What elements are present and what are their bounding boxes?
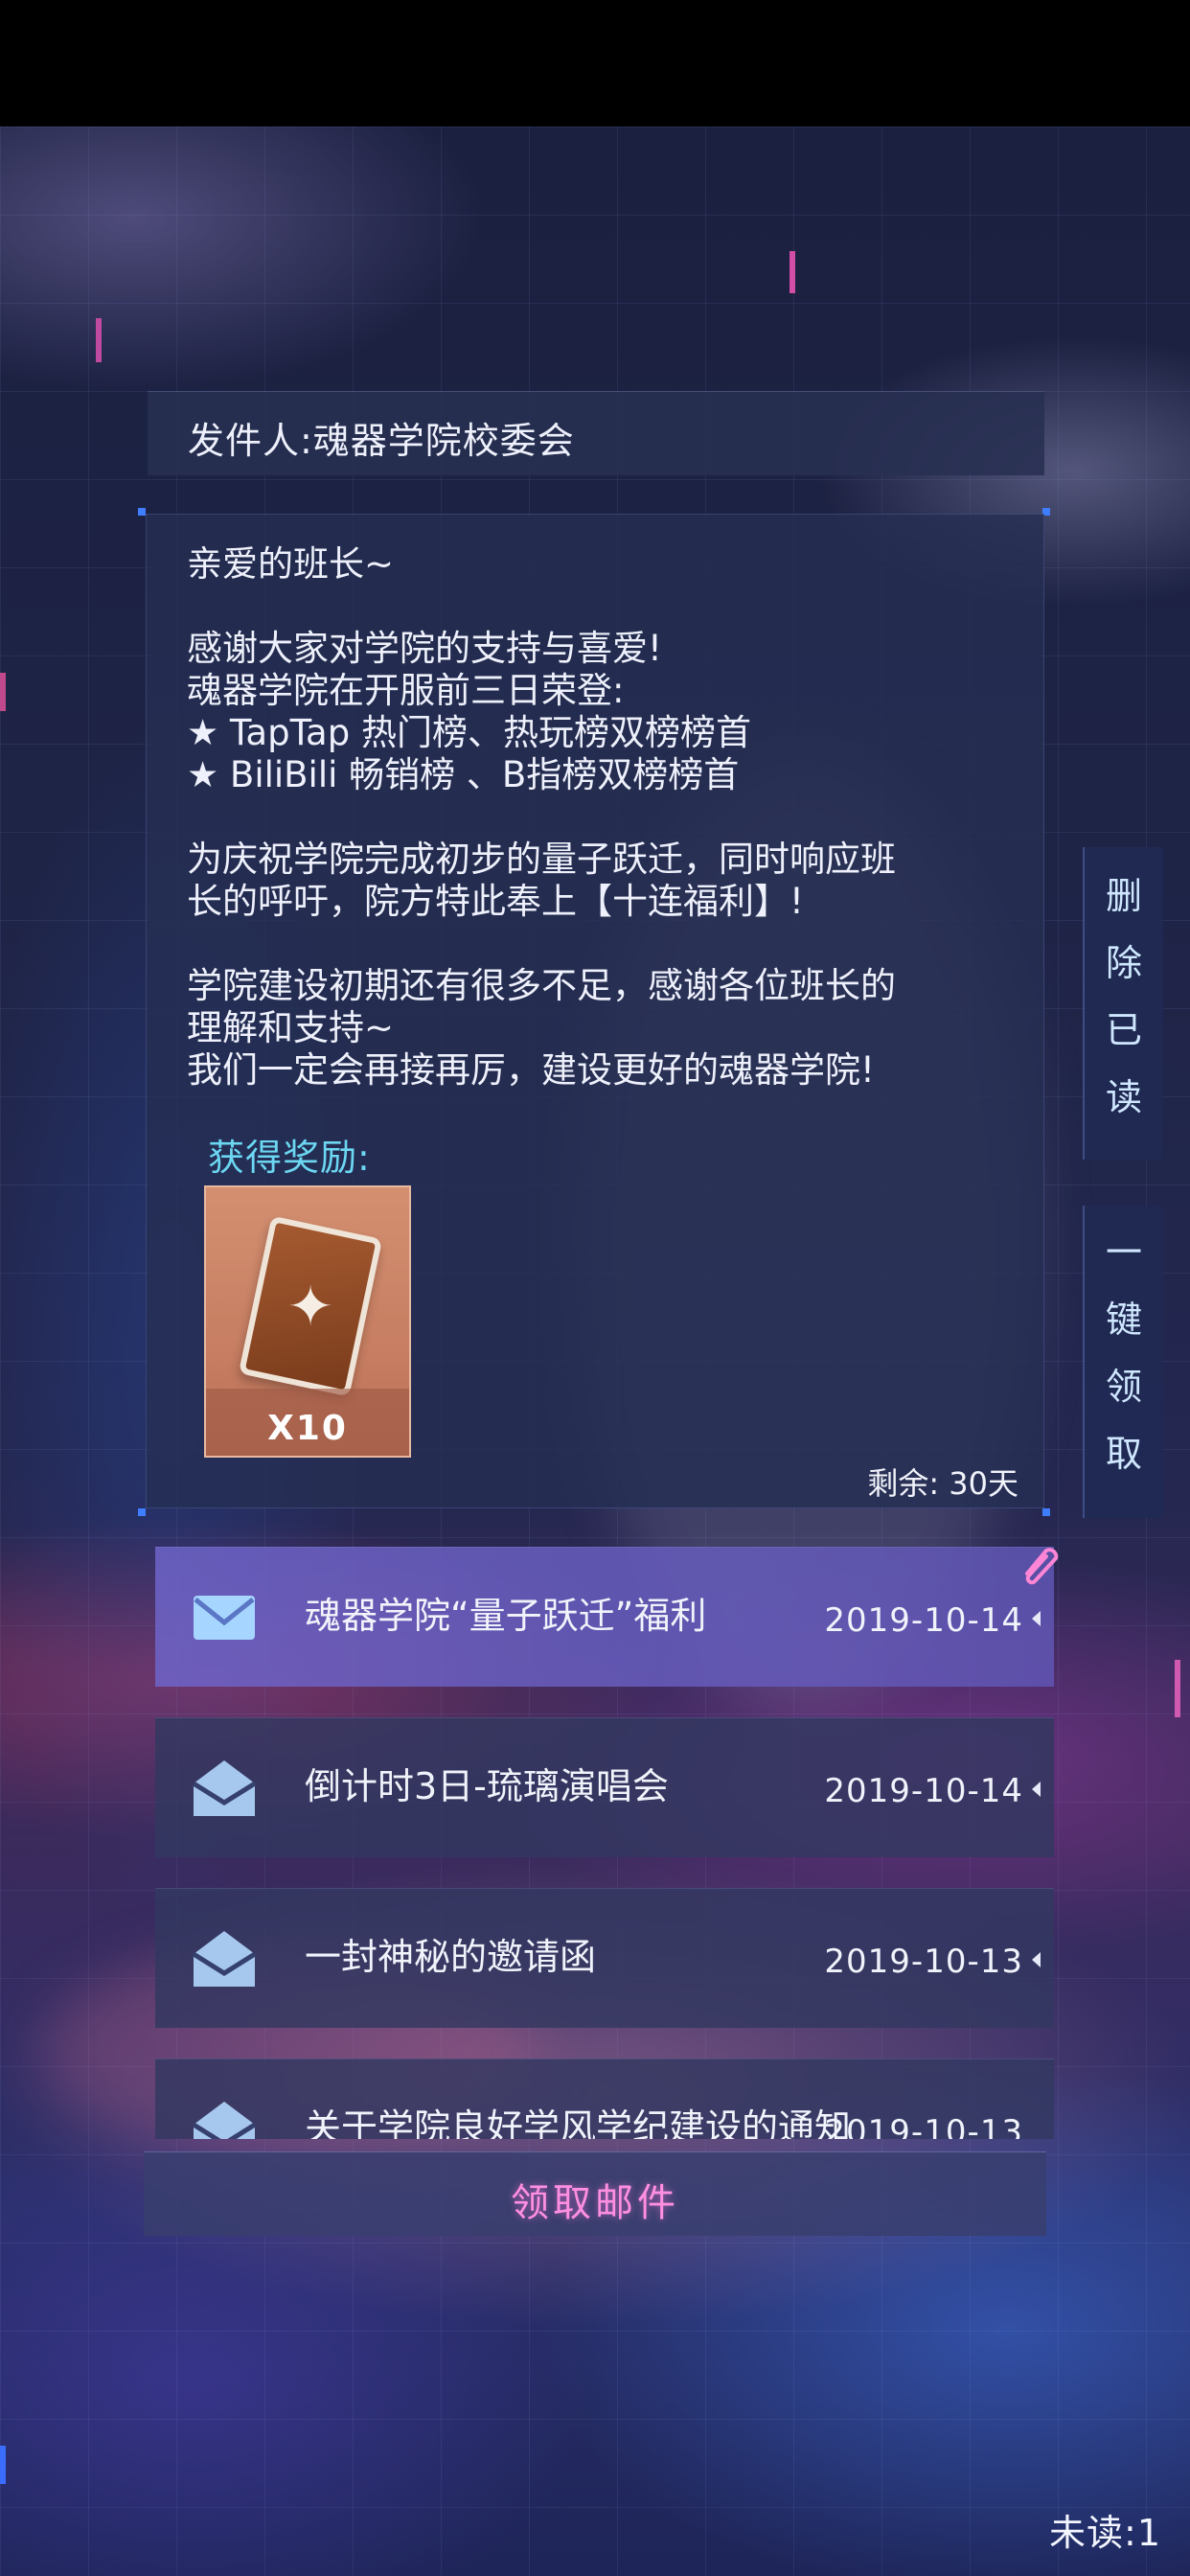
message-body: 亲爱的班长~ 感谢大家对学院的支持与喜爱! 魂器学院在开服前三日荣登: ★ Ta… xyxy=(187,543,1011,1092)
top-black-bar xyxy=(0,0,1190,126)
mail-date: 2019-10-14 xyxy=(824,1601,1023,1640)
envelope-open-icon xyxy=(192,1760,257,1816)
mail-list[interactable]: 魂器学院“量子跃迁”福利 2019-10-14 倒计时3日-琉璃演唱会 2019… xyxy=(155,1547,1056,2139)
mail-list-item[interactable]: 一封神秘的邀请函 2019-10-13 xyxy=(155,1888,1054,2028)
sender-label: 发件人:魂器学院校委会 xyxy=(188,420,575,462)
delete-read-char: 删 xyxy=(1105,875,1142,917)
message-panel: 亲爱的班长~ 感谢大家对学院的支持与喜爱! 魂器学院在开服前三日荣登: ★ Ta… xyxy=(146,514,1044,1508)
reward-item[interactable]: ✦ X10 xyxy=(204,1185,411,1458)
claim-mail-label: 领取邮件 xyxy=(511,2181,679,2225)
envelope-open-icon xyxy=(192,2102,257,2139)
mail-title: 倒计时3日-琉璃演唱会 xyxy=(305,1765,669,1807)
chevron-left-icon xyxy=(1032,1952,1041,1967)
message-line: ★ TapTap 热门榜、热玩榜双榜榜首 xyxy=(187,712,751,753)
star-emblem-icon: ✦ xyxy=(286,1274,334,1339)
claim-all-char: 一 xyxy=(1105,1231,1142,1274)
delete-read-button[interactable]: 删 除 已 读 xyxy=(1083,847,1163,1160)
unread-count: 未读:1 xyxy=(1049,2512,1161,2554)
reward-count: X10 xyxy=(267,1409,348,1448)
message-greeting: 亲爱的班长~ xyxy=(187,543,395,585)
message-line: 魂器学院在开服前三日荣登: xyxy=(187,670,625,711)
mail-title: 魂器学院“量子跃迁”福利 xyxy=(305,1595,707,1637)
message-line: ★ BiliBili 畅销榜 、B指榜双榜榜首 xyxy=(187,754,740,795)
claim-mail-button[interactable]: 领取邮件 xyxy=(144,2151,1046,2236)
corner-marker xyxy=(138,508,146,516)
reward-label: 获得奖励: xyxy=(208,1137,371,1179)
glitch-mark xyxy=(1175,1660,1180,1717)
glitch-mark xyxy=(0,2446,6,2484)
delete-read-char: 读 xyxy=(1105,1076,1142,1118)
delete-read-char: 除 xyxy=(1105,942,1142,984)
mail-title: 关于学院良好学风学纪建设的通知 xyxy=(305,2106,852,2139)
summon-ticket-icon: ✦ xyxy=(238,1215,383,1397)
envelope-open-icon xyxy=(192,1931,257,1987)
message-line: 我们一定会再接再厉，建设更好的魂器学院! xyxy=(187,1049,875,1091)
mail-date: 2019-10-13 xyxy=(824,1943,1023,1981)
chevron-left-icon xyxy=(1032,1782,1041,1797)
mail-date: 2019-10-13 xyxy=(824,2113,1023,2139)
message-line: 学院建设初期还有很多不足，感谢各位班长的 xyxy=(187,965,896,1006)
chevron-left-icon xyxy=(1032,1611,1041,1626)
message-line: 理解和支持~ xyxy=(187,1007,395,1048)
glitch-mark xyxy=(96,318,102,362)
mail-list-item[interactable]: 关于学院良好学风学纪建设的通知 2019-10-13 xyxy=(155,2058,1054,2139)
claim-all-char: 领 xyxy=(1105,1366,1142,1408)
mail-list-item[interactable]: 魂器学院“量子跃迁”福利 2019-10-14 xyxy=(155,1547,1054,1687)
delete-read-char: 已 xyxy=(1105,1009,1142,1051)
claim-all-char: 键 xyxy=(1105,1299,1142,1341)
mail-list-item[interactable]: 倒计时3日-琉璃演唱会 2019-10-14 xyxy=(155,1717,1054,1857)
glitch-mark xyxy=(790,251,795,293)
mail-title: 一封神秘的邀请函 xyxy=(305,1936,597,1978)
claim-all-button[interactable]: 一 键 领 取 xyxy=(1083,1206,1163,1518)
message-line: 感谢大家对学院的支持与喜爱! xyxy=(187,628,662,669)
message-line: 长的呼吁，院方特此奉上【十连福利】! xyxy=(187,881,804,922)
sender-bar: 发件人:魂器学院校委会 xyxy=(148,391,1044,475)
envelope-closed-icon xyxy=(194,1596,255,1640)
glitch-mark xyxy=(0,673,6,711)
corner-marker xyxy=(138,1508,146,1516)
paperclip-icon xyxy=(1025,1548,1059,1585)
message-line: 为庆祝学院完成初步的量子跃迁，同时响应班 xyxy=(187,839,896,880)
mail-date: 2019-10-14 xyxy=(824,1772,1023,1810)
corner-marker xyxy=(1042,1508,1050,1516)
remaining-days: 剩余: 30天 xyxy=(867,1465,1018,1502)
claim-all-char: 取 xyxy=(1105,1433,1142,1475)
